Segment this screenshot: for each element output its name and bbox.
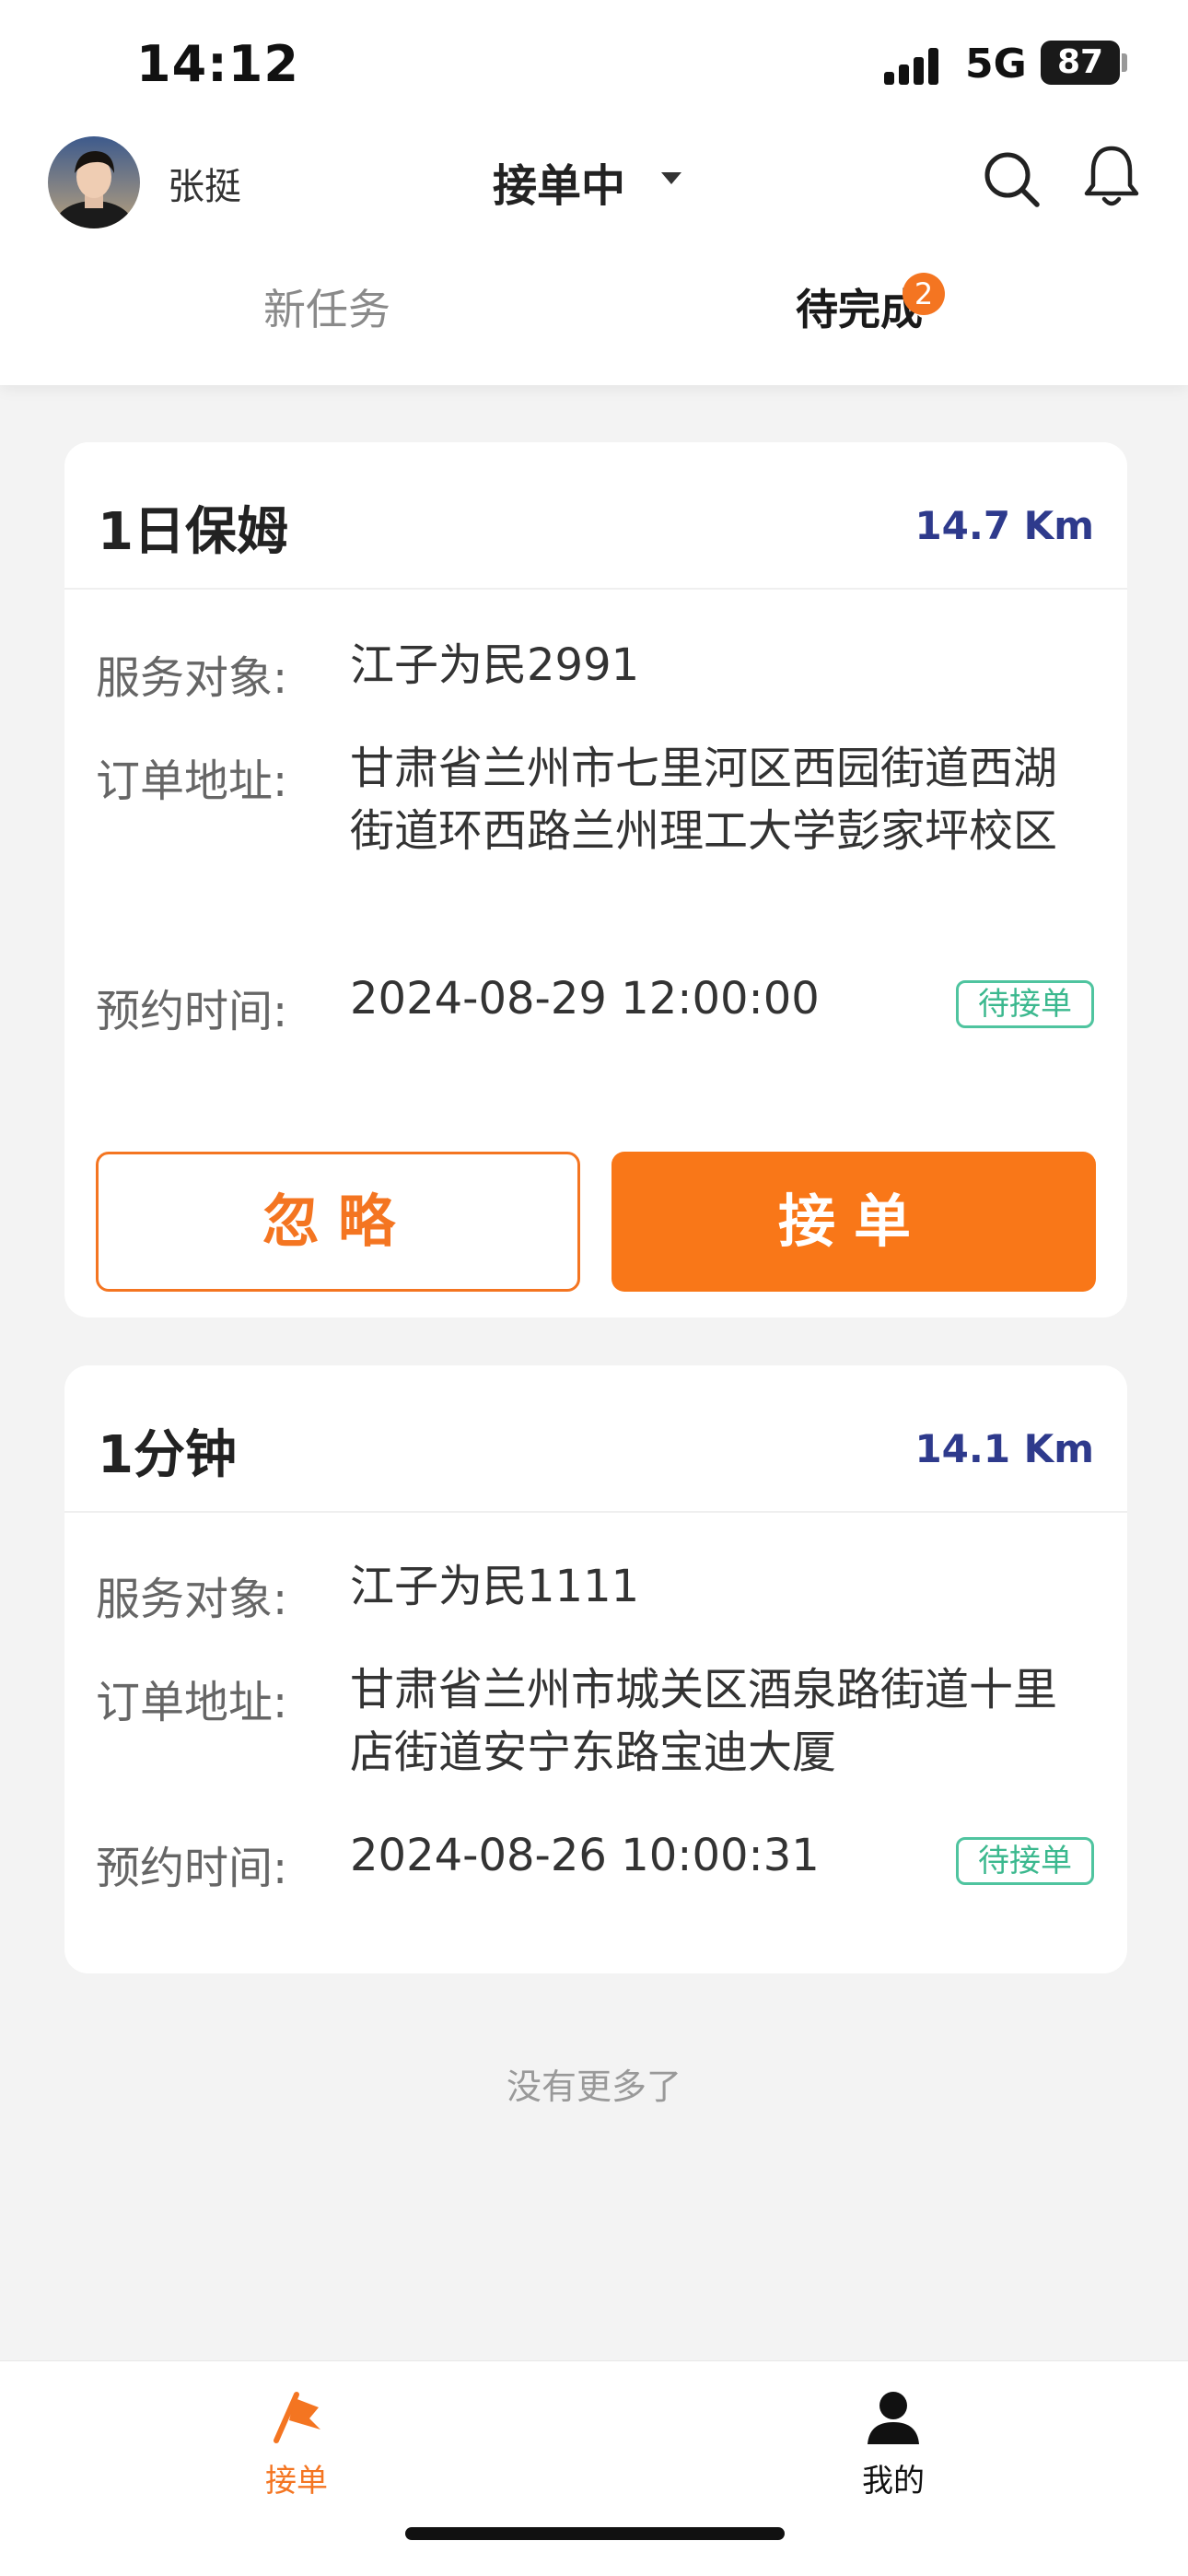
nav-label-mine: 我的 [862,2463,925,2500]
top-header: 14:12 5G 87 张挺 接单中 新任务 待完成 2 [0,0,1188,385]
appointment-time-label: 预约时间: [96,1843,288,1894]
address-value: 甘肃省兰州市七里河区西园街道西湖街道环西路兰州理工大学彭家坪校区 [350,743,1058,857]
order-card-header: 1分钟 14.1 Km [64,1365,1127,1513]
service-target-label: 服务对象: [96,652,288,704]
status-time: 14:12 [136,35,299,93]
chevron-down-icon[interactable] [661,172,681,184]
nav-item-mine[interactable]: 我的 [801,2387,985,2500]
order-card[interactable]: 1分钟 14.1 Km 服务对象: 江子为民1111 订单地址: 甘肃省兰州市城… [64,1365,1127,1973]
no-more-text: 没有更多了 [506,2067,681,2107]
pending-count-badge: 2 [903,273,945,315]
address-value: 甘肃省兰州市城关区酒泉路街道十里店街道安宁东路宝迪大厦 [350,1664,1058,1778]
nav-label-orders: 接单 [265,2463,328,2500]
order-title: 1日保姆 [98,502,288,562]
person-icon [868,2392,919,2444]
bell-icon[interactable] [1079,142,1144,206]
nav-bar: 张挺 接单中 [0,129,1188,240]
address-label: 订单地址: [96,1677,288,1728]
network-label: 5G [965,41,1027,88]
tab-bar: 新任务 待完成 2 [0,273,1188,369]
appointment-time-label: 预约时间: [96,986,288,1037]
status-badge: 待接单 [956,1837,1094,1885]
order-distance: 14.1 Km [914,1426,1094,1471]
service-target-value: 江子为民2991 [350,639,640,691]
tab-new-tasks[interactable]: 新任务 [263,276,390,337]
ignore-button[interactable]: 忽略 [96,1152,580,1292]
flag-icon [274,2392,320,2443]
nav-item-orders[interactable]: 接单 [204,2387,389,2500]
order-distance: 14.7 Km [914,503,1094,548]
home-indicator [405,2527,785,2540]
order-card-header: 1日保姆 14.7 Km [64,442,1127,590]
service-target-value: 江子为民1111 [350,1561,640,1612]
status-bar: 14:12 5G 87 [0,0,1188,129]
work-status-select[interactable]: 接单中 [493,149,625,214]
signal-icon [884,48,949,85]
accept-order-button[interactable]: 接单 [611,1152,1096,1292]
order-title: 1分钟 [98,1425,237,1485]
order-card[interactable]: 1日保姆 14.7 Km 服务对象: 江子为民2991 订单地址: 甘肃省兰州市… [64,442,1127,1317]
service-target-label: 服务对象: [96,1574,288,1625]
username: 张挺 [168,166,241,208]
avatar[interactable] [48,136,140,228]
status-badge: 待接单 [956,980,1094,1028]
battery-icon: 87 [1041,41,1120,85]
bottom-nav: 接单 我的 [0,2360,1188,2576]
battery-tip [1122,53,1127,72]
address-label: 订单地址: [96,755,288,807]
search-icon[interactable] [980,147,1044,212]
